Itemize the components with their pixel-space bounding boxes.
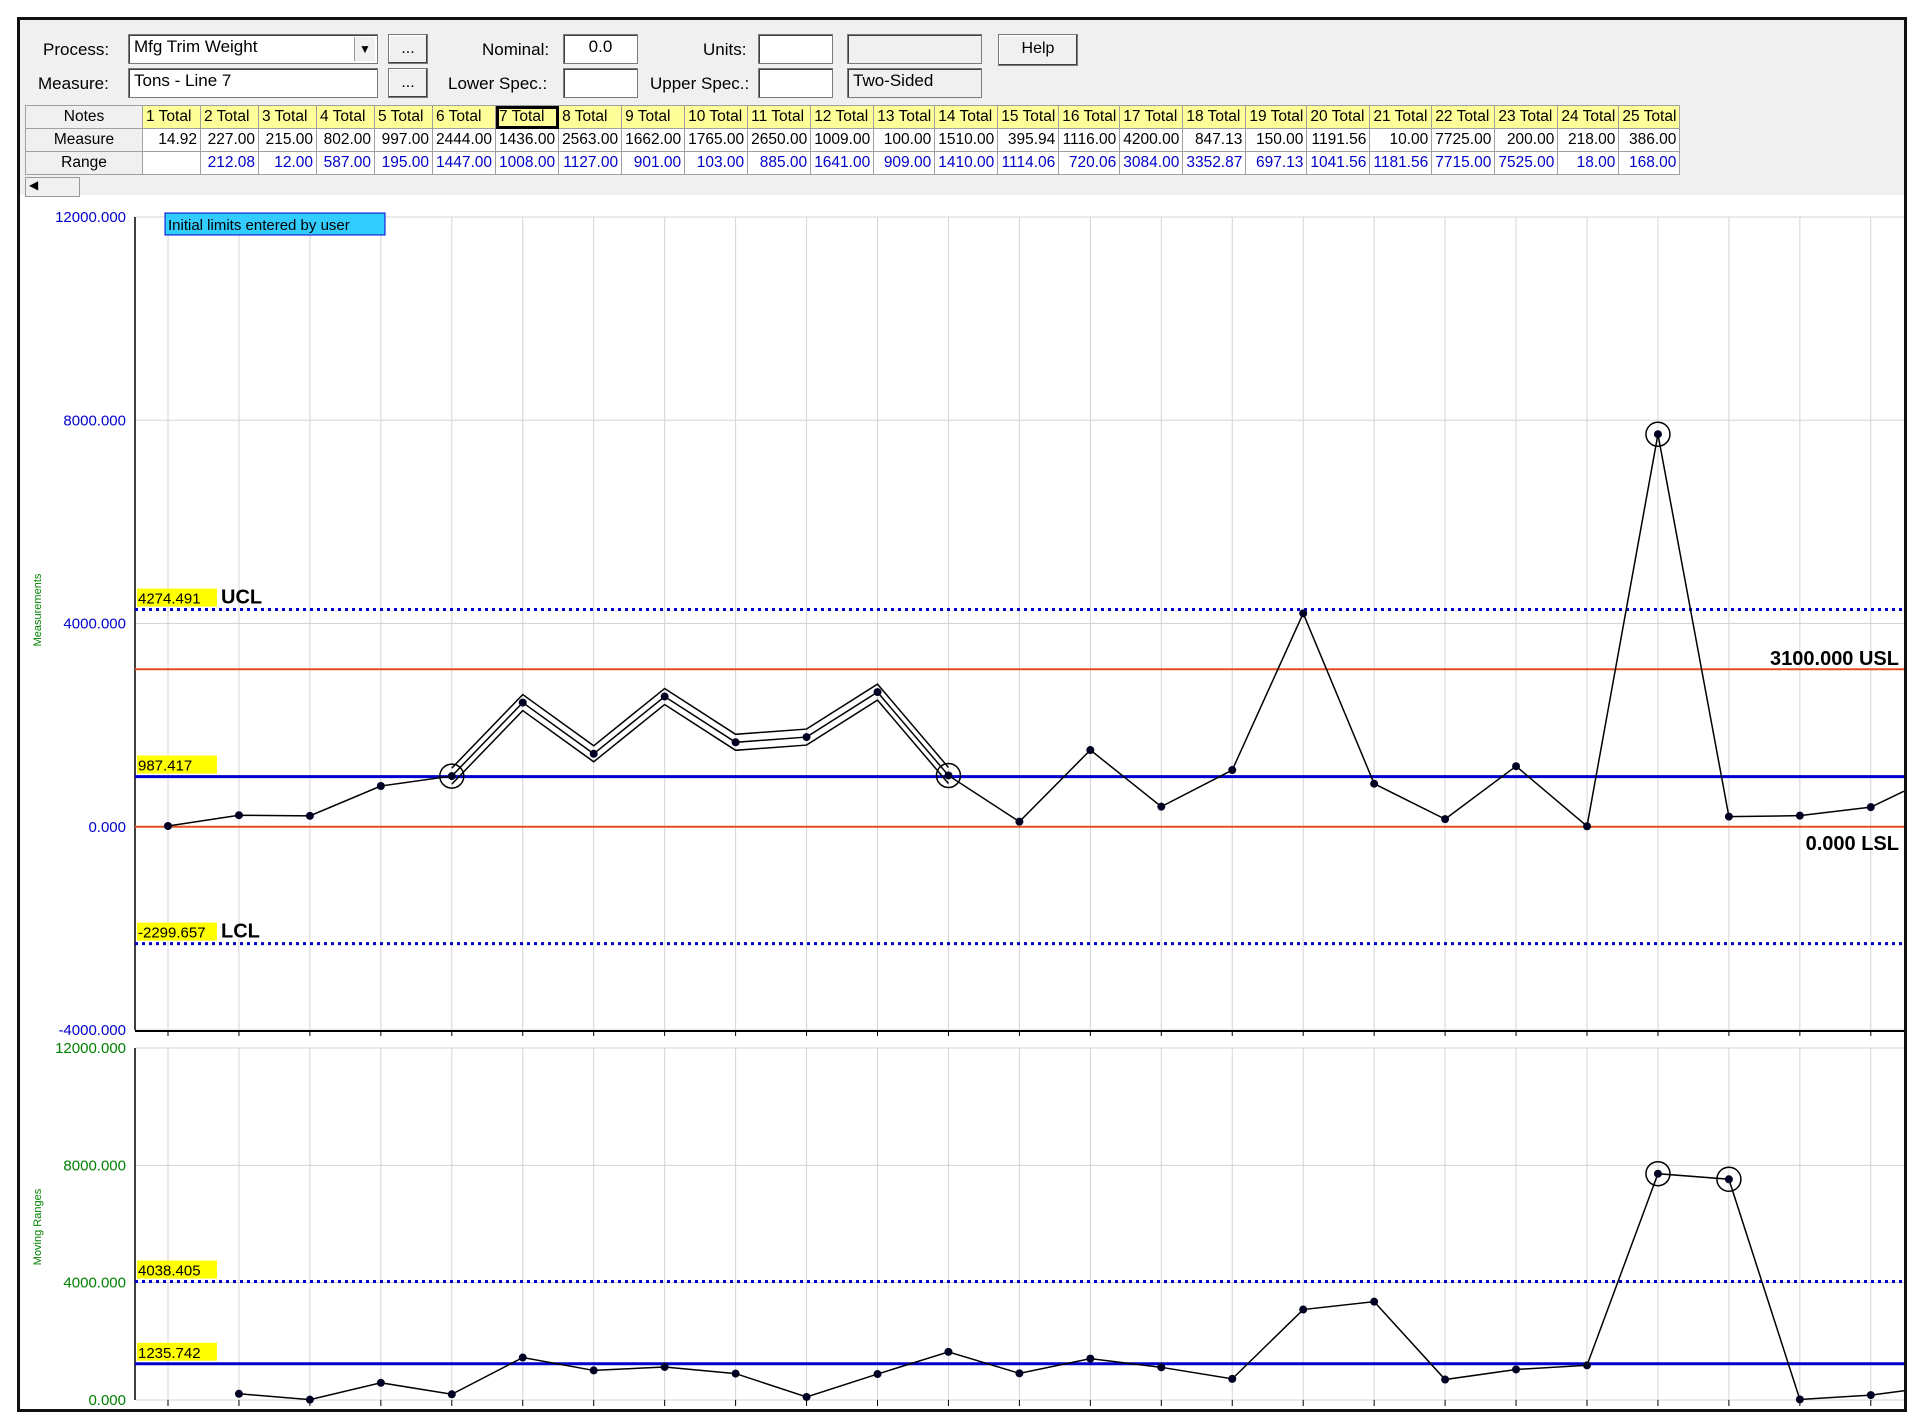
center-value-label: 1235.742 — [138, 1345, 201, 1362]
data-point[interactable] — [1866, 803, 1875, 812]
data-point[interactable] — [1724, 1175, 1733, 1184]
usl-label: 3100.000 USL — [1770, 648, 1899, 670]
data-point[interactable] — [731, 1369, 740, 1378]
data-point[interactable] — [164, 821, 172, 830]
run-highlight-upper — [451, 683, 950, 769]
data-point[interactable] — [1441, 815, 1450, 824]
data-point[interactable] — [1512, 1365, 1521, 1374]
data-point[interactable] — [1370, 779, 1379, 788]
data-point[interactable] — [873, 688, 882, 697]
data-point[interactable] — [305, 811, 314, 820]
ucl-value-label: 4038.405 — [138, 1263, 201, 1280]
ucl-value-label: 4274.491 — [138, 591, 201, 608]
data-point[interactable] — [234, 811, 243, 820]
data-point[interactable] — [1228, 766, 1237, 775]
center-value-label: 987.417 — [138, 758, 192, 775]
y-tick-label: 4000.000 — [63, 616, 126, 633]
data-point[interactable] — [1512, 762, 1521, 771]
data-point[interactable] — [660, 1362, 669, 1371]
moving-ranges-axis-label: Moving Ranges — [32, 1188, 44, 1265]
y-tick-label: 12000.000 — [55, 1040, 126, 1057]
data-point[interactable] — [234, 1389, 243, 1398]
data-point[interactable] — [518, 1353, 527, 1362]
data-point[interactable] — [1724, 812, 1733, 821]
y-tick-label: 12000.000 — [55, 209, 126, 226]
data-point[interactable] — [944, 771, 953, 780]
moving-range-chart: Moving Ranges 12000.000 8000.000 4000.000 0… — [32, 1040, 1905, 1409]
data-point[interactable] — [1015, 1369, 1024, 1378]
control-charts: Measurements 12000.000 8000.000 4000.000 0.… — [32, 209, 1905, 1409]
data-point[interactable] — [944, 1347, 953, 1356]
series-line — [238, 1172, 1905, 1401]
data-point[interactable] — [1441, 1375, 1450, 1384]
individuals-chart: Measurements 12000.000 8000.000 4000.000 0.… — [32, 209, 1905, 1039]
data-point[interactable] — [376, 781, 385, 790]
data-point[interactable] — [447, 772, 456, 781]
y-tick-label: 0.000 — [88, 1392, 126, 1409]
y-tick-label: 4000.000 — [63, 1275, 126, 1292]
data-point[interactable] — [1795, 811, 1804, 820]
data-point[interactable] — [1370, 1297, 1379, 1306]
data-point[interactable] — [1015, 817, 1024, 826]
data-point[interactable] — [1086, 1354, 1095, 1363]
lcl-value-label: -2299.657 — [138, 925, 206, 942]
data-point[interactable] — [802, 1392, 811, 1401]
data-point[interactable] — [1583, 1361, 1591, 1370]
series-line — [167, 434, 1905, 828]
lsl-label: 0.000 LSL — [1806, 833, 1899, 855]
data-point[interactable] — [1583, 822, 1591, 831]
data-point[interactable] — [447, 1390, 456, 1399]
data-point[interactable] — [1299, 609, 1308, 618]
data-point[interactable] — [1653, 1169, 1662, 1178]
lcl-name-label: LCL — [221, 921, 260, 943]
y-tick-label: 8000.000 — [63, 412, 126, 429]
data-point[interactable] — [1299, 1305, 1308, 1314]
measurements-axis-label: Measurements — [32, 573, 44, 646]
run-highlight-lower — [451, 699, 950, 785]
y-tick-label: 0.000 — [88, 819, 126, 836]
ucl-name-label: UCL — [221, 587, 262, 609]
data-point[interactable] — [518, 698, 527, 707]
data-point[interactable] — [660, 692, 669, 701]
data-point[interactable] — [589, 1366, 598, 1375]
data-point[interactable] — [731, 738, 740, 747]
data-point[interactable] — [589, 749, 598, 758]
data-point[interactable] — [376, 1378, 385, 1387]
data-point[interactable] — [1157, 1363, 1166, 1372]
data-point[interactable] — [1866, 1391, 1875, 1400]
y-tick-label: -4000.000 — [58, 1022, 126, 1039]
data-point[interactable] — [1086, 746, 1095, 755]
data-point[interactable] — [1157, 802, 1166, 811]
data-point[interactable] — [1228, 1374, 1237, 1383]
data-point[interactable] — [802, 733, 811, 742]
initial-limits-note-text: Initial limits entered by user — [168, 217, 350, 234]
data-point[interactable] — [873, 1370, 882, 1379]
data-point[interactable] — [1653, 430, 1662, 439]
y-tick-label: 8000.000 — [63, 1157, 126, 1174]
